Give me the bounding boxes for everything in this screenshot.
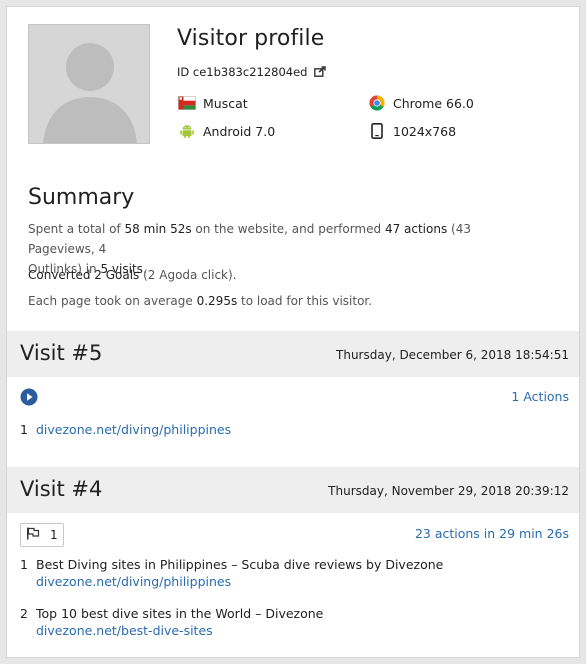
action-url-link[interactable]: divezone.net/diving/philippines [36,422,231,437]
visitor-id: ID ce1b383c212804ed [177,65,326,80]
visit-title: Visit #5 [20,341,103,365]
tablet-icon [367,122,387,140]
external-link-icon[interactable] [314,66,326,80]
visit-4-actions-link[interactable]: 23 actions in 29 min 26s [415,526,569,541]
browser-attribute: Chrome 66.0 [367,94,474,112]
summary-goals: Converted 2 Goals (2 Agoda click). [28,268,237,282]
visit-5-actions-link[interactable]: 1 Actions [511,389,569,404]
list-item: 1 Best Diving sites in Philippines – Scub… [20,557,444,589]
avatar-silhouette-icon [29,25,149,143]
visit-title: Visit #4 [20,477,103,501]
play-icon[interactable] [20,388,38,406]
chrome-icon [367,94,387,112]
android-icon [177,122,197,140]
page-title: Best Diving sites in Philippines – Scuba… [36,557,444,572]
visit-date: Thursday, December 6, 2018 18:54:51 [336,348,569,362]
list-item: 2 Top 10 best dive sites in the World – D… [20,606,324,638]
oman-flag-icon [177,94,197,112]
avatar [28,24,150,144]
action-url-link[interactable]: divezone.net/diving/philippines [36,574,231,589]
visitor-profile-card: Visitor profile ID ce1b383c212804ed Musc… [6,6,580,658]
visit-5-header: Visit #5 Thursday, December 6, 2018 18:5… [7,331,579,377]
goal-badge[interactable]: 1 [20,523,64,547]
list-item: 1 divezone.net/diving/philippines [20,422,232,437]
summary-load-time: Each page took on average 0.295s to load… [28,294,373,308]
city-label: Muscat [203,95,248,111]
action-url-link[interactable]: divezone.net/best-dive-sites [36,623,213,638]
resolution-label: 1024x768 [393,123,457,139]
visit-4-header: Visit #4 Thursday, November 29, 2018 20:… [7,467,579,513]
device-attribute: 1024x768 [367,122,456,140]
os-label: Android 7.0 [203,123,276,139]
summary-title: Summary [28,185,135,210]
goal-flag-icon [26,527,40,543]
os-attribute: Android 7.0 [177,122,275,140]
location-attribute: Muscat [177,94,248,112]
profile-title: Visitor profile [177,26,325,51]
visit-date: Thursday, November 29, 2018 20:39:12 [328,484,569,498]
visitor-id-text: ID ce1b383c212804ed [177,65,308,79]
page-title: Top 10 best dive sites in the World – Di… [36,606,324,621]
browser-label: Chrome 66.0 [393,95,474,111]
goal-count: 1 [50,528,58,542]
